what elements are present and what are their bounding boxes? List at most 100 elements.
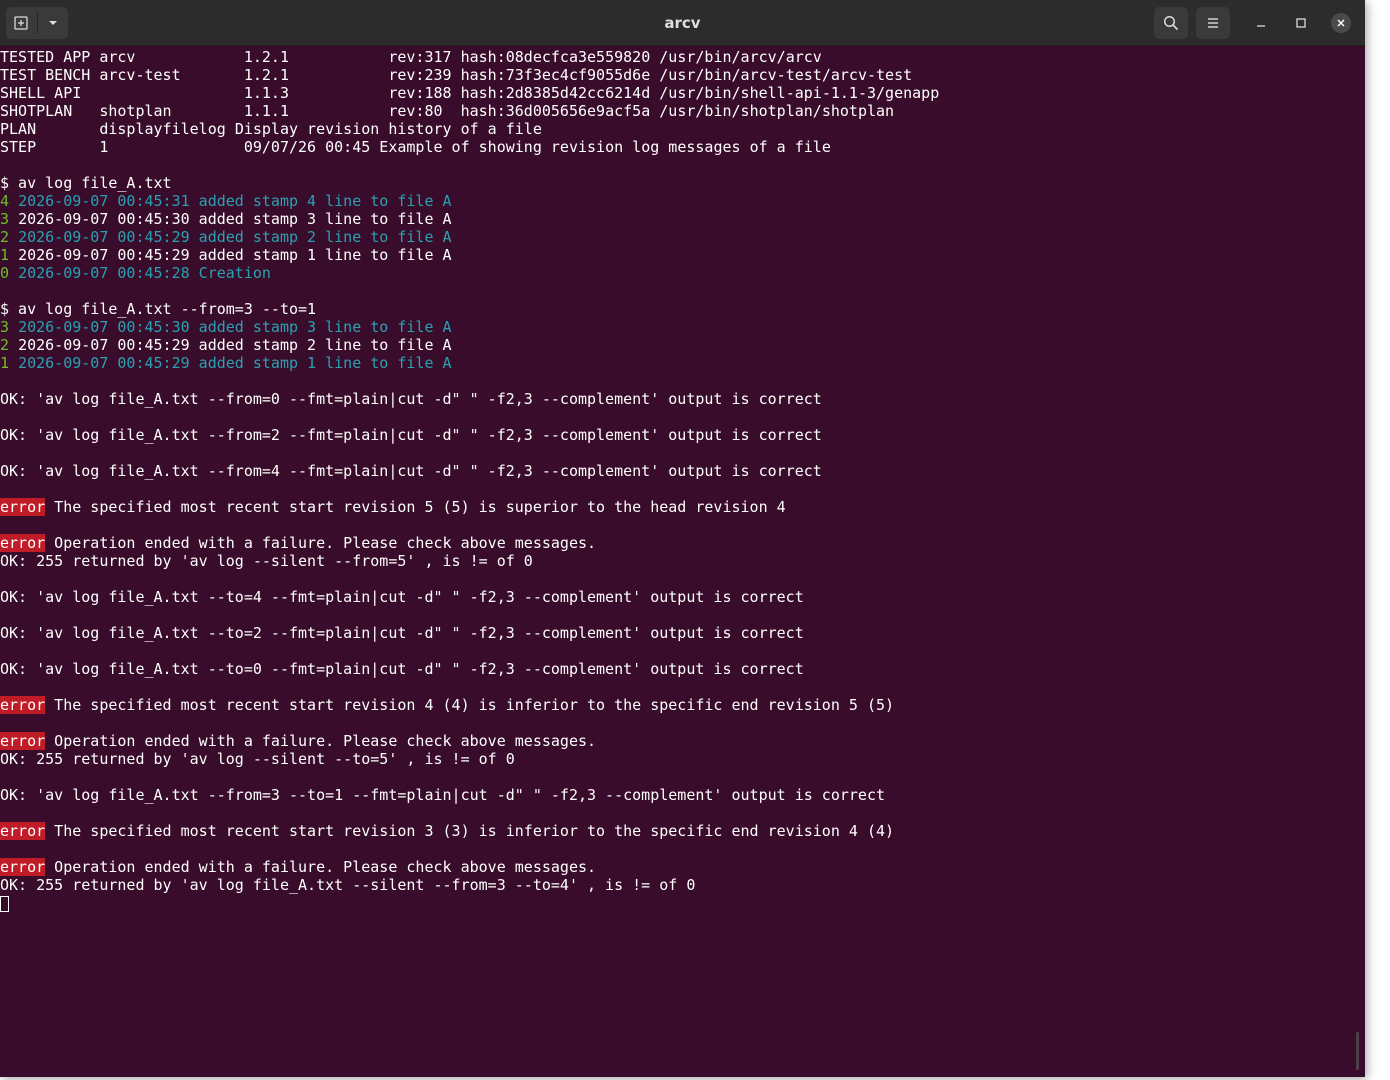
- log-entry: 1 2026-09-07 00:45:29 added stamp 1 line…: [0, 246, 1355, 264]
- header-hash: hash:36d005656e9acf5a: [460, 102, 651, 120]
- ok-message: OK: 'av log file_A.txt --from=2 --fmt=pl…: [0, 426, 822, 444]
- ok-message: OK: 255 returned by 'av log --silent --t…: [0, 750, 515, 768]
- hamburger-menu-icon: [1208, 18, 1218, 28]
- revision-number: 0: [0, 264, 10, 282]
- ok-message: OK: 'av log file_A.txt --to=0 --fmt=plai…: [0, 660, 804, 678]
- log-entry: 0 2026-09-07 00:45:28 Creation: [0, 264, 1355, 282]
- plan-text: Display revision history of a file: [234, 120, 542, 138]
- ok-message: OK: 255 returned by 'av log file_A.txt -…: [0, 876, 696, 894]
- header-name: arcv-test: [99, 66, 235, 84]
- search-icon: [1163, 15, 1179, 31]
- close-icon: [1337, 19, 1345, 27]
- ok-message: OK: 'av log file_A.txt --from=3 --to=1 -…: [0, 786, 886, 804]
- error-message: error Operation ended with a failure. Pl…: [0, 858, 1355, 876]
- header-label: TESTED APP: [0, 48, 100, 66]
- log-message: 2026-09-07 00:45:29 added stamp 2 line t…: [18, 336, 452, 354]
- header-hash: hash:2d8385d42cc6214d: [460, 84, 651, 102]
- text-cursor: [0, 895, 9, 912]
- new-tab-button[interactable]: [6, 7, 36, 39]
- header-hash: hash:73f3ec4cf9055d6e: [460, 66, 651, 84]
- step-number: 1: [99, 138, 235, 156]
- revision-number: 2: [0, 336, 10, 354]
- log-message: 2026-09-07 00:45:30 added stamp 3 line t…: [18, 210, 452, 228]
- terminal-window: arcv TESTED APP arcv 1.2.1 rev:317 hash:…: [0, 0, 1365, 1077]
- error-message: error The specified most recent start re…: [0, 822, 1355, 840]
- new-tab-icon: [14, 16, 28, 30]
- header-hash: hash:08decfca3e559820: [460, 48, 651, 66]
- step-label: STEP: [0, 138, 100, 156]
- error-text: The specified most recent start revision…: [45, 696, 895, 714]
- error-badge: error: [0, 696, 46, 714]
- header-name: [99, 84, 234, 102]
- menu-button[interactable]: [1196, 7, 1230, 39]
- revision-number: 2: [0, 228, 10, 246]
- chevron-down-icon: [49, 21, 57, 25]
- maximize-button[interactable]: [1291, 13, 1311, 33]
- header-version: 1.1.3: [243, 84, 380, 102]
- error-message: error The specified most recent start re…: [0, 696, 1355, 714]
- command-line: $ av log file_A.txt --from=3 --to=1: [0, 300, 317, 318]
- tab-menu-dropdown-button[interactable]: [38, 7, 68, 39]
- plan-row: PLAN displayfilelog Display revision his…: [0, 120, 1355, 138]
- log-message: 2026-09-07 00:45:29 added stamp 2 line t…: [18, 228, 452, 246]
- new-tab-button-group: [6, 7, 68, 39]
- log-entry: 2 2026-09-07 00:45:29 added stamp 2 line…: [0, 336, 1355, 354]
- error-text: Operation ended with a failure. Please c…: [45, 732, 597, 750]
- error-message: error The specified most recent start re…: [0, 498, 1355, 516]
- ok-message: OK: 255 returned by 'av log --silent --f…: [0, 552, 533, 570]
- header-rev: rev:317: [388, 48, 452, 66]
- header-name: shotplan: [99, 102, 235, 120]
- log-entry: 3 2026-09-07 00:45:30 added stamp 3 line…: [0, 318, 1355, 336]
- log-entry: 2 2026-09-07 00:45:29 added stamp 2 line…: [0, 228, 1355, 246]
- terminal-output[interactable]: TESTED APP arcv 1.2.1 rev:317 hash:08dec…: [0, 48, 1355, 1073]
- log-entry: 3 2026-09-07 00:45:30 added stamp 3 line…: [0, 210, 1355, 228]
- log-entry: 4 2026-09-07 00:45:31 added stamp 4 line…: [0, 192, 1355, 210]
- prompt-line: [0, 894, 1355, 912]
- header-path: /usr/bin/shell-api-1.1-3/genapp: [659, 84, 940, 102]
- revision-number: 3: [0, 318, 10, 336]
- revision-number: 4: [0, 192, 10, 210]
- log-message: 2026-09-07 00:45:29 added stamp 1 line t…: [18, 246, 452, 264]
- plan-label: PLAN: [0, 120, 100, 138]
- scrollbar-thumb[interactable]: [1356, 1032, 1359, 1070]
- maximize-icon: [1296, 18, 1306, 28]
- header-row-tested-app: TESTED APP arcv 1.2.1 rev:317 hash:08dec…: [0, 48, 1355, 66]
- log-message: 2026-09-07 00:45:29 added stamp 1 line t…: [18, 354, 452, 372]
- error-badge: error: [0, 534, 46, 552]
- log-message: 2026-09-07 00:45:30 added stamp 3 line t…: [18, 318, 452, 336]
- header-version: 1.2.1: [243, 66, 380, 84]
- command-line: $ av log file_A.txt: [0, 174, 172, 192]
- log-message: 2026-09-07 00:45:31 added stamp 4 line t…: [18, 192, 452, 210]
- close-button[interactable]: [1331, 13, 1351, 33]
- header-version: 1.2.1: [243, 48, 380, 66]
- header-row-shell-api: SHELL API 1.1.3 rev:188 hash:2d8385d42cc…: [0, 84, 1355, 102]
- minimize-button[interactable]: [1251, 13, 1271, 33]
- ok-message: OK: 'av log file_A.txt --from=4 --fmt=pl…: [0, 462, 822, 480]
- header-path: /usr/bin/shotplan/shotplan: [659, 102, 895, 120]
- header-label: SHELL API: [0, 84, 100, 102]
- header-row-test-bench: TEST BENCH arcv-test 1.2.1 rev:239 hash:…: [0, 66, 1355, 84]
- revision-number: 3: [0, 210, 10, 228]
- header-version: 1.1.1: [243, 102, 380, 120]
- revision-number: 1: [0, 354, 10, 372]
- header-rev: rev:80: [388, 102, 452, 120]
- step-text: 09/07/26 00:45 Example of showing revisi…: [243, 138, 831, 156]
- header-label: SHOTPLAN: [0, 102, 100, 120]
- search-button[interactable]: [1154, 7, 1188, 39]
- header-rev: rev:188: [388, 84, 452, 102]
- minimize-icon: [1257, 25, 1265, 27]
- plan-name: displayfilelog: [99, 120, 226, 138]
- step-row: STEP 1 09/07/26 00:45 Example of showing…: [0, 138, 1355, 156]
- log-entry: 1 2026-09-07 00:45:29 added stamp 1 line…: [0, 354, 1355, 372]
- header-name: arcv: [99, 48, 235, 66]
